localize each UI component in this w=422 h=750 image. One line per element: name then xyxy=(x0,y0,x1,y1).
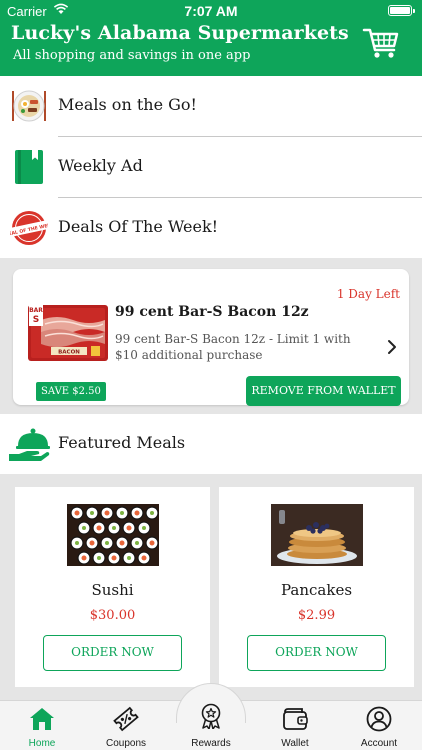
meal-name: Sushi xyxy=(91,581,134,599)
meals-plate-icon xyxy=(12,90,46,122)
menu-item-meals-on-the-go[interactable]: Meals on the Go! xyxy=(0,76,422,137)
app-subtitle: All shopping and savings in one app xyxy=(13,48,251,63)
status-time: 7:07 AM xyxy=(184,3,238,19)
menu-label: Meals on the Go! xyxy=(58,95,197,114)
meal-card-pancakes[interactable]: Pancakes $2.99 ORDER NOW xyxy=(219,487,414,687)
deal-section: 1 Day Left BAR S BACON 99 cent Bar-S Bac… xyxy=(0,258,422,414)
bacon-package-image: BAR S BACON xyxy=(28,304,108,361)
meal-card-sushi[interactable]: Sushi $30.00 ORDER NOW xyxy=(15,487,210,687)
sushi-image xyxy=(67,504,159,566)
tab-label: Rewards xyxy=(191,738,231,749)
menu-item-weekly-ad[interactable]: Weekly Ad xyxy=(0,137,422,198)
pancakes-image xyxy=(271,504,363,566)
menu-label: Weekly Ad xyxy=(58,156,143,175)
save-badge: SAVE $2.50 xyxy=(36,382,106,401)
svg-text:BACON: BACON xyxy=(58,350,80,356)
tab-wallet[interactable]: Wallet xyxy=(253,701,337,750)
tab-account[interactable]: Account xyxy=(337,701,421,750)
svg-text:BAR: BAR xyxy=(29,307,43,314)
days-left-label: 1 Day Left xyxy=(336,287,400,301)
status-bar: Carrier 7:07 AM xyxy=(0,0,422,22)
rewards-ribbon-icon xyxy=(201,703,221,729)
meals-section: Sushi $30.00 ORDER NOW Pancakes $2.99 OR… xyxy=(0,474,422,700)
meal-price: $30.00 xyxy=(89,608,136,623)
wallet-icon xyxy=(283,708,308,730)
app-title: Lucky's Alabama Supermarkets xyxy=(11,22,349,44)
chevron-right-icon[interactable] xyxy=(387,339,397,355)
tab-label: Wallet xyxy=(281,738,309,749)
tab-rewards[interactable]: Rewards xyxy=(169,701,253,750)
cart-icon[interactable] xyxy=(362,26,400,60)
meal-name: Pancakes xyxy=(280,581,353,599)
deal-description: 99 cent Bar-S Bacon 12z - Limit 1 with $… xyxy=(115,332,351,362)
book-icon xyxy=(15,150,43,184)
meal-price: $2.99 xyxy=(297,608,336,623)
deal-card[interactable]: 1 Day Left BAR S BACON 99 cent Bar-S Bac… xyxy=(13,269,409,406)
tab-home[interactable]: Home xyxy=(0,701,84,750)
order-now-button[interactable]: ORDER NOW xyxy=(247,635,386,671)
tab-label: Account xyxy=(360,738,398,749)
tab-bar: Home Coupons Rewards Wallet Account xyxy=(0,683,422,750)
tab-label: Coupons xyxy=(105,738,147,749)
featured-meals-label: Featured Meals xyxy=(58,433,186,452)
coupon-icon xyxy=(113,706,139,732)
account-icon xyxy=(366,706,392,732)
app-header: Carrier 7:07 AM Lucky's Alabama Supermar… xyxy=(0,0,422,76)
remove-from-wallet-button[interactable]: REMOVE FROM WALLET xyxy=(246,376,401,406)
tab-coupons[interactable]: Coupons xyxy=(84,701,168,750)
menu-label: Deals Of The Week! xyxy=(58,217,219,236)
svg-text:S: S xyxy=(33,315,39,325)
featured-meals-header: Featured Meals xyxy=(0,414,422,474)
menu-item-deals-of-the-week[interactable]: DEAL OF THE WEEK Deals Of The Week! xyxy=(0,198,422,259)
deal-badge-icon: DEAL OF THE WEEK xyxy=(10,211,48,245)
tab-label: Home xyxy=(28,738,56,749)
order-now-button[interactable]: ORDER NOW xyxy=(43,635,182,671)
home-icon xyxy=(30,708,54,730)
deal-title: 99 cent Bar-S Bacon 12z xyxy=(115,304,309,320)
battery-icon xyxy=(388,5,415,16)
cloche-hand-icon xyxy=(9,428,50,461)
